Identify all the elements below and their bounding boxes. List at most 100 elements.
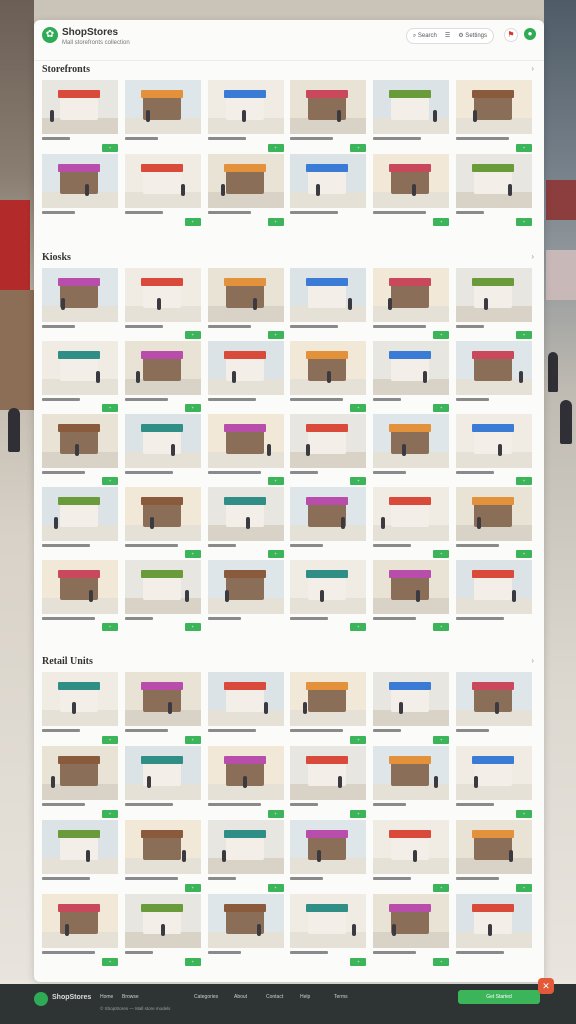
store-card[interactable] <box>207 560 284 631</box>
footer-link-about[interactable]: About <box>234 994 247 1000</box>
add-button[interactable]: + <box>184 958 201 966</box>
footer-link-home[interactable]: Home <box>100 994 113 1000</box>
add-button[interactable]: + <box>515 884 532 892</box>
add-button[interactable]: + <box>515 144 532 152</box>
store-card[interactable]: + <box>373 672 450 744</box>
store-card[interactable]: + <box>42 894 118 966</box>
store-card[interactable]: + <box>42 414 118 485</box>
flag-icon[interactable]: ⚑ <box>504 28 518 42</box>
store-card[interactable]: + <box>373 560 450 631</box>
add-button[interactable]: + <box>184 404 201 412</box>
add-button[interactable]: + <box>184 736 201 744</box>
store-card[interactable]: + <box>455 414 532 485</box>
add-button[interactable]: + <box>433 736 450 744</box>
search-button[interactable]: ⌕ Search <box>413 29 437 43</box>
add-button[interactable]: + <box>267 218 284 226</box>
footer-link-categories[interactable]: Categories <box>194 994 218 1000</box>
store-card[interactable] <box>124 80 201 152</box>
store-card[interactable]: + <box>290 560 367 631</box>
add-button[interactable]: + <box>184 623 201 631</box>
store-card[interactable]: + <box>373 487 450 558</box>
store-card[interactable]: + <box>42 746 118 818</box>
store-card[interactable]: + <box>207 746 284 818</box>
add-button[interactable]: + <box>102 623 118 631</box>
store-card[interactable]: + <box>124 820 201 892</box>
close-icon[interactable]: ✕ <box>538 978 554 994</box>
store-card[interactable]: + <box>124 894 201 966</box>
store-card[interactable] <box>207 672 284 744</box>
add-button[interactable]: + <box>515 550 532 558</box>
store-card[interactable] <box>290 820 367 892</box>
add-button[interactable]: + <box>102 958 118 966</box>
add-button[interactable]: + <box>102 144 118 152</box>
add-button[interactable]: + <box>350 404 367 412</box>
store-card[interactable] <box>207 341 284 412</box>
store-card[interactable]: + <box>455 487 532 558</box>
store-card[interactable] <box>124 414 201 485</box>
add-button[interactable]: + <box>433 331 450 339</box>
leaf-icon[interactable]: ✿ <box>42 27 58 43</box>
store-card[interactable] <box>290 487 367 558</box>
footer-link-browse[interactable]: Browse <box>122 994 139 1000</box>
add-button[interactable]: + <box>267 884 284 892</box>
section-expand-icon[interactable]: › <box>531 252 534 261</box>
add-button[interactable]: + <box>184 218 201 226</box>
store-card[interactable] <box>455 341 532 412</box>
add-button[interactable]: + <box>267 810 284 818</box>
add-button[interactable]: + <box>515 218 532 226</box>
add-button[interactable]: + <box>350 736 367 744</box>
store-card[interactable]: + <box>207 487 284 558</box>
add-button[interactable]: + <box>184 331 201 339</box>
footer-link-terms[interactable]: Terms <box>334 994 348 1000</box>
store-card[interactable]: + <box>42 80 118 152</box>
add-button[interactable]: + <box>350 623 367 631</box>
add-button[interactable]: + <box>350 144 367 152</box>
store-card[interactable]: + <box>373 341 450 412</box>
store-card[interactable]: + <box>124 560 201 631</box>
add-button[interactable]: + <box>433 884 450 892</box>
section-expand-icon[interactable]: › <box>531 64 534 73</box>
menu-button[interactable]: ☰ <box>445 29 450 43</box>
add-button[interactable]: + <box>267 477 284 485</box>
add-button[interactable]: + <box>350 477 367 485</box>
store-card[interactable]: + <box>124 341 201 412</box>
store-card[interactable]: + <box>455 268 532 339</box>
add-button[interactable]: + <box>433 958 450 966</box>
store-card[interactable] <box>42 487 118 558</box>
add-button[interactable]: + <box>515 810 532 818</box>
add-button[interactable]: + <box>102 477 118 485</box>
add-button[interactable]: + <box>515 331 532 339</box>
add-button[interactable]: + <box>350 958 367 966</box>
store-card[interactable]: + <box>455 746 532 818</box>
add-button[interactable]: + <box>515 477 532 485</box>
store-card[interactable] <box>455 894 532 966</box>
user-icon[interactable]: ● <box>524 28 536 40</box>
add-button[interactable]: + <box>350 810 367 818</box>
store-card[interactable]: + <box>124 268 201 339</box>
store-card[interactable]: + <box>207 820 284 892</box>
settings-button[interactable]: ⚙ Settings <box>458 29 487 43</box>
store-card[interactable] <box>290 268 367 339</box>
store-card[interactable]: + <box>124 487 201 558</box>
store-card[interactable] <box>373 414 450 485</box>
store-card[interactable] <box>124 746 201 818</box>
add-button[interactable]: + <box>102 810 118 818</box>
add-button[interactable]: + <box>433 623 450 631</box>
store-card[interactable]: + <box>124 672 201 744</box>
get-started-button[interactable]: Get Started <box>458 990 540 1004</box>
store-card[interactable]: + <box>290 894 367 966</box>
store-card[interactable]: + <box>207 268 284 339</box>
store-card[interactable] <box>42 268 118 339</box>
store-card[interactable] <box>455 560 532 631</box>
store-card[interactable]: + <box>207 414 284 485</box>
store-card[interactable]: + <box>290 414 367 485</box>
store-card[interactable]: + <box>290 672 367 744</box>
add-button[interactable]: + <box>267 144 284 152</box>
store-card[interactable]: + <box>42 672 118 744</box>
store-card[interactable]: + <box>290 80 367 152</box>
footer-link-help[interactable]: Help <box>300 994 310 1000</box>
store-card[interactable]: + <box>42 560 118 631</box>
store-card[interactable] <box>207 894 284 966</box>
add-button[interactable]: + <box>184 550 201 558</box>
store-card[interactable]: + <box>373 268 450 339</box>
